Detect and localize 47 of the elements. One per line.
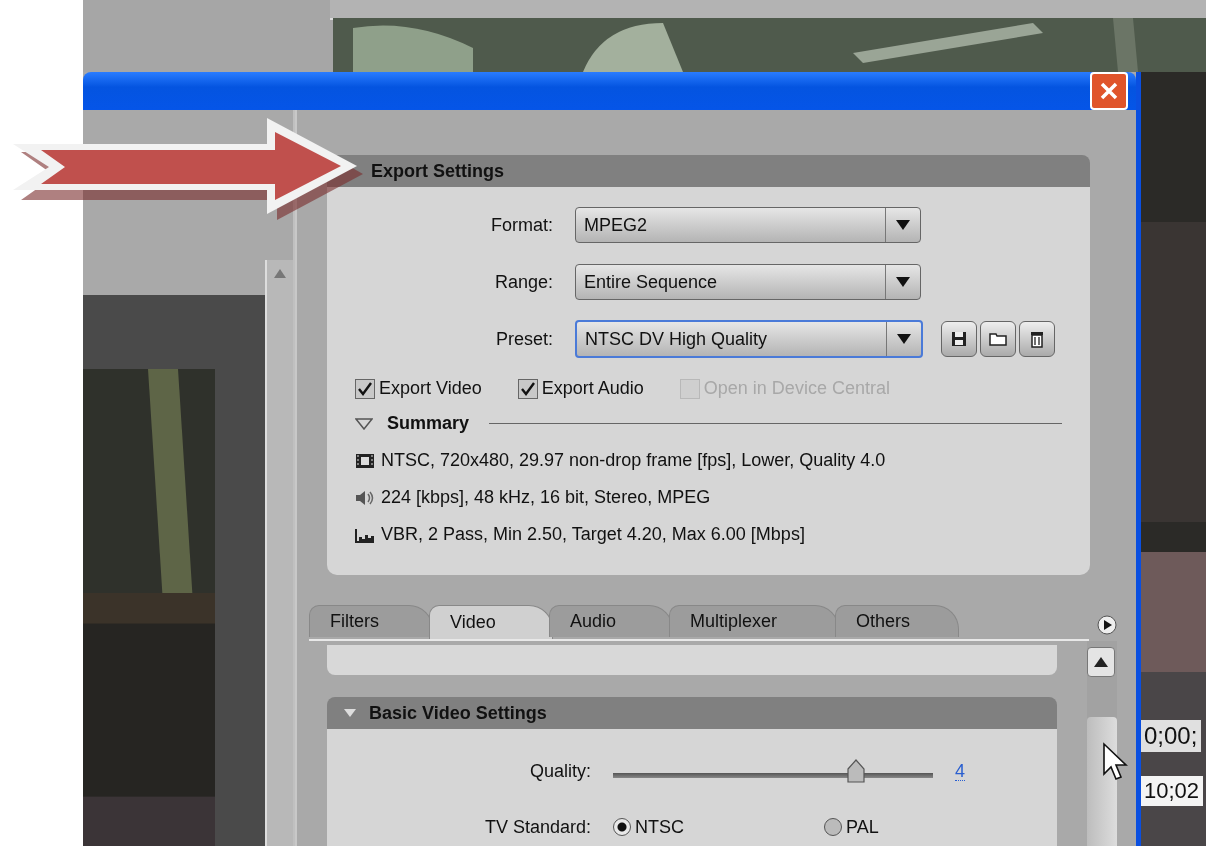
section-title: Basic Video Settings xyxy=(369,702,547,724)
radio-button[interactable]: NTSC xyxy=(613,816,684,838)
quality-value-link[interactable]: 4 xyxy=(955,761,965,781)
collapse-triangle-icon[interactable] xyxy=(343,708,357,718)
slider-thumb[interactable] xyxy=(846,759,867,783)
summary-text: 224 [kbps], 48 kHz, 16 bit, Stereo, MPEG xyxy=(381,487,711,508)
caret-icon xyxy=(896,333,912,345)
dropdown[interactable]: NTSC DV High Quality xyxy=(575,320,923,358)
up-arrow-icon xyxy=(1093,656,1109,668)
trash-icon xyxy=(1030,330,1044,348)
summary-text: VBR, 2 Pass, Min 2.50, Target 4.20, Max 6.00 [Mbps] xyxy=(381,524,805,545)
folder-icon xyxy=(989,332,1007,346)
dropdown[interactable]: MPEG2 xyxy=(575,207,921,243)
radio-button[interactable]: PAL xyxy=(824,816,879,838)
tab[interactable]: Video xyxy=(429,605,553,639)
field-label: Range: xyxy=(493,271,553,293)
close-icon xyxy=(1098,80,1120,102)
collapse-triangle-icon[interactable] xyxy=(355,417,373,430)
checkmark-icon xyxy=(357,380,373,397)
save-preset-button[interactable] xyxy=(941,321,977,357)
summary-text: NTSC, 720x480, 29.97 non-drop frame [fps], Lower, Quality 4.0 xyxy=(381,450,886,471)
speaker-icon xyxy=(355,488,375,507)
tab[interactable]: Others xyxy=(835,605,959,637)
checkmark-icon xyxy=(519,380,536,397)
timecode: 0;00; xyxy=(1140,720,1202,752)
timecode: 10;02 xyxy=(1140,776,1204,806)
scroll-up-button[interactable] xyxy=(1087,647,1115,677)
play-icon[interactable] xyxy=(1097,615,1117,635)
field-label: Format: xyxy=(490,214,553,236)
scroll-bar[interactable] xyxy=(1087,641,1117,846)
checkbox[interactable]: Export Audio xyxy=(517,378,644,399)
caret-icon xyxy=(895,219,911,231)
scroll-bar[interactable] xyxy=(265,260,293,846)
close-button[interactable] xyxy=(1090,72,1128,110)
dropdown[interactable]: Entire Sequence xyxy=(575,264,921,300)
film-icon xyxy=(355,452,375,469)
import-preset-button[interactable] xyxy=(980,321,1016,357)
bar-graph-icon xyxy=(355,526,375,543)
caret-icon xyxy=(895,276,911,288)
section-title: Export Settings xyxy=(371,160,504,182)
checkbox[interactable]: Export Video xyxy=(355,378,482,399)
delete-preset-button[interactable] xyxy=(1019,321,1055,357)
field-label: Quality: xyxy=(528,760,591,782)
summary-title: Summary xyxy=(387,413,470,434)
field-label: Preset: xyxy=(494,328,553,350)
field-label: TV Standard: xyxy=(483,816,591,838)
mouse-pointer-icon xyxy=(1102,742,1130,782)
